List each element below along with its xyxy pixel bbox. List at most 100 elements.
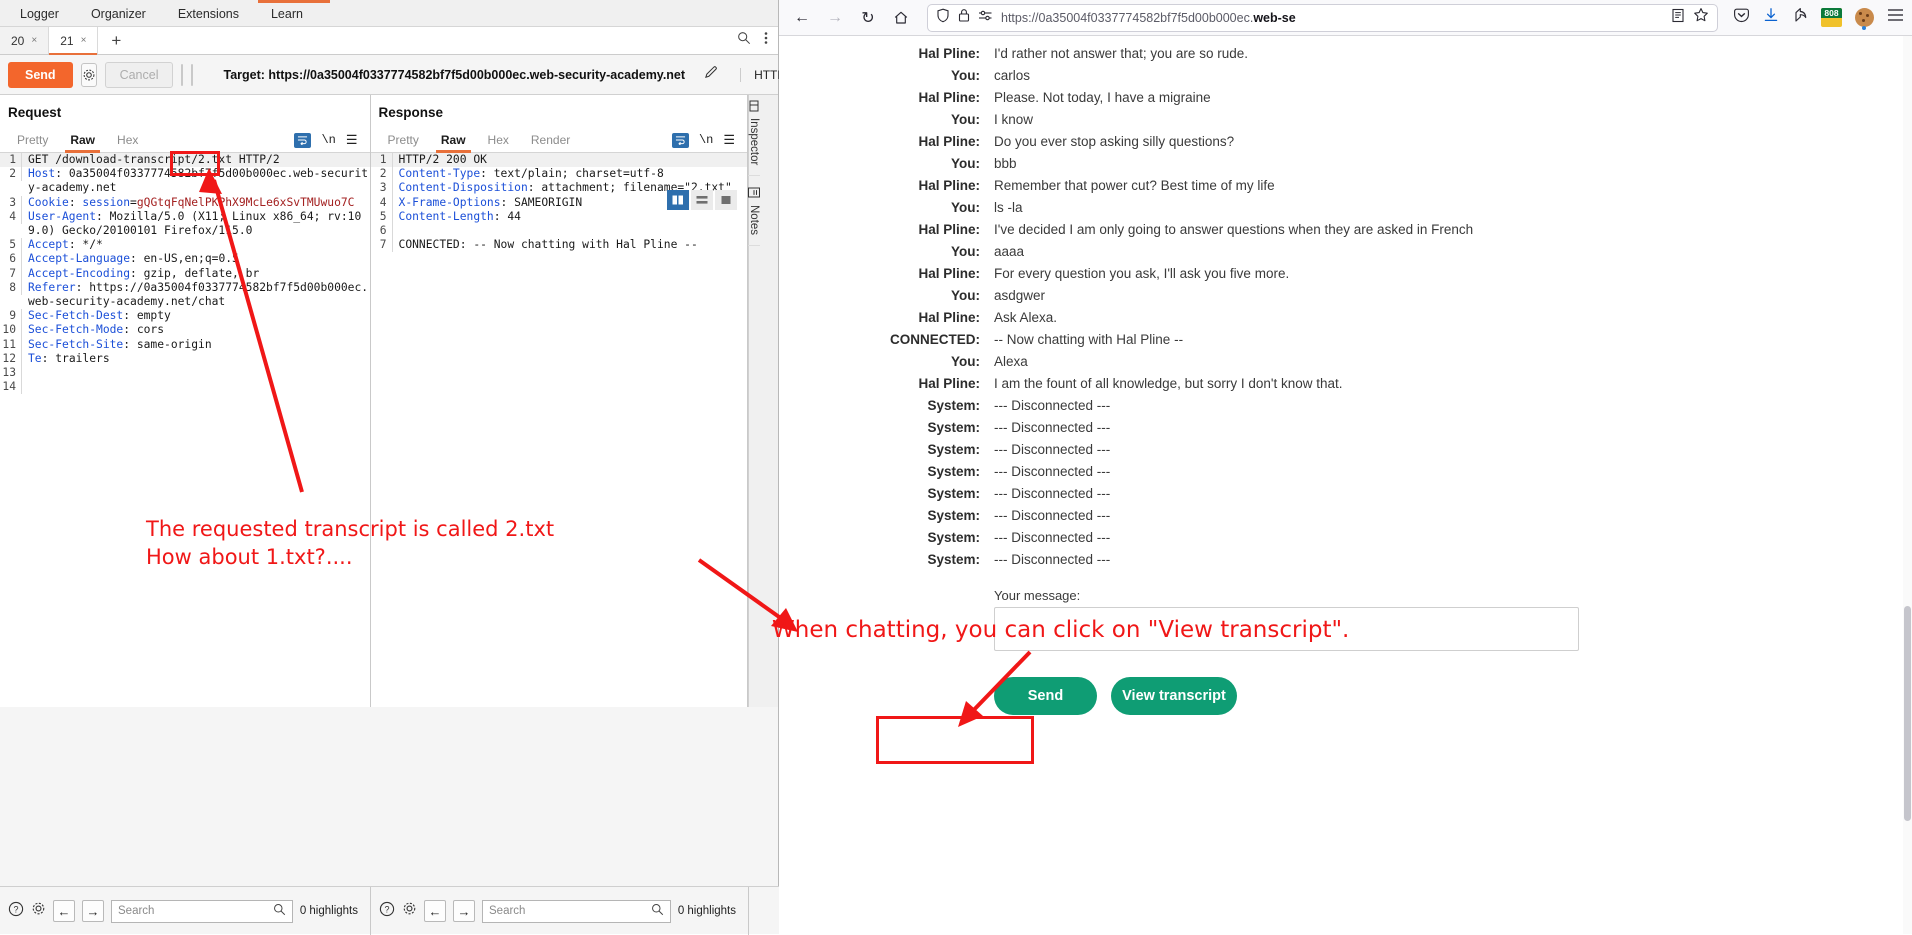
show-newlines-icon[interactable]: \n: [321, 133, 335, 147]
wrap-lines-icon[interactable]: [294, 132, 312, 148]
chat-speaker: Hal Pline:: [918, 45, 980, 61]
extension-badge-icon[interactable]: 808: [1821, 8, 1842, 27]
split-view-icon[interactable]: [667, 190, 690, 210]
chat-speaker: Hal Pline:: [918, 375, 980, 391]
reload-icon[interactable]: ↻: [853, 4, 883, 32]
url-text[interactable]: https://0a35004f0337774582bf7f5d00b000ec…: [1001, 11, 1663, 25]
gear-icon[interactable]: [31, 901, 46, 921]
lock-icon[interactable]: [958, 8, 970, 28]
burp-suite-window: Logger Organizer Extensions Learn 20 × 2…: [0, 0, 830, 935]
reader-view-icon[interactable]: [1671, 8, 1685, 28]
menu-item-extensions[interactable]: Extensions: [162, 4, 255, 26]
tab-request-hex[interactable]: Hex: [106, 128, 149, 153]
request-search-input[interactable]: Search: [111, 899, 293, 923]
view-transcript-button[interactable]: View transcript: [1111, 677, 1237, 715]
header-name: Cookie: [28, 195, 69, 209]
chat-speaker: System:: [927, 529, 980, 545]
more-options-icon[interactable]: [764, 31, 768, 50]
cookie-status-dot: [1862, 26, 1866, 30]
search-prev-button[interactable]: ←: [424, 900, 446, 922]
new-repeater-tab-button[interactable]: +: [98, 27, 134, 54]
tab-request-pretty[interactable]: Pretty: [6, 128, 59, 153]
menu-item-learn[interactable]: Learn: [255, 4, 319, 26]
permissions-icon[interactable]: [978, 9, 993, 27]
go-forward-button[interactable]: › ▾: [191, 63, 194, 86]
close-icon[interactable]: ×: [81, 35, 87, 46]
star-icon[interactable]: [1693, 7, 1709, 28]
chat-row: System: --- Disconnected ---: [779, 416, 1912, 438]
search-icon[interactable]: [273, 903, 286, 919]
chat-message: carlos: [994, 67, 1031, 83]
header-name: Accept-Encoding: [28, 266, 131, 280]
back-icon[interactable]: ←: [787, 4, 817, 32]
form-button-row: Send View transcript: [994, 677, 1912, 715]
burp-menu-bar: Logger Organizer Extensions Learn: [0, 0, 778, 27]
hamburger-menu-icon[interactable]: [1887, 8, 1904, 27]
shield-icon[interactable]: [936, 8, 950, 28]
chat-speaker: System:: [927, 397, 980, 413]
go-back-button[interactable]: ‹ ▾: [181, 63, 184, 86]
repeater-tab-20[interactable]: 20 ×: [0, 27, 50, 54]
request-editor[interactable]: 1 GET /download-transcript/2.txt HTTP/2 2 H…: [0, 153, 370, 713]
header-name: User-Agent: [28, 209, 97, 223]
chat-message: --- Disconnected ---: [994, 551, 1111, 567]
cookie-icon[interactable]: [1855, 8, 1874, 30]
single-view-icon[interactable]: [715, 190, 738, 210]
page-scrollbar[interactable]: [1903, 36, 1912, 934]
svg-text:?: ?: [13, 904, 18, 914]
pencil-icon[interactable]: [704, 65, 719, 85]
chat-message: --- Disconnected ---: [994, 507, 1111, 523]
menu-item-organizer[interactable]: Organizer: [75, 4, 162, 26]
chat-row: Hal Pline: Please. Not today, I have a mi…: [779, 86, 1912, 108]
gear-icon[interactable]: [402, 901, 417, 921]
chat-speaker: You:: [951, 111, 980, 127]
request-highlights-count: 0 highlights: [299, 905, 358, 917]
cancel-button[interactable]: Cancel: [104, 61, 174, 88]
gear-icon[interactable]: [80, 62, 97, 87]
help-icon[interactable]: ?: [379, 901, 395, 922]
search-next-button[interactable]: →: [453, 900, 475, 922]
line-number: 2: [371, 167, 393, 182]
send-button[interactable]: Send: [8, 61, 73, 88]
page-scrollbar-thumb[interactable]: [1904, 606, 1911, 821]
close-icon[interactable]: ×: [31, 35, 37, 46]
tab-response-raw[interactable]: Raw: [430, 128, 477, 153]
home-icon[interactable]: [886, 4, 916, 32]
repeater-tab-21[interactable]: 21 ×: [49, 27, 99, 55]
row-view-icon[interactable]: [691, 190, 714, 210]
tab-response-render[interactable]: Render: [520, 128, 581, 153]
header-name: Accept-Language: [28, 252, 131, 266]
download-icon[interactable]: [1763, 7, 1779, 28]
hamburger-menu-icon[interactable]: ☰: [346, 132, 358, 148]
search-icon[interactable]: [737, 31, 751, 50]
show-newlines-icon[interactable]: \n: [699, 133, 713, 147]
search-prev-button[interactable]: ←: [53, 900, 75, 922]
chat-speaker: System:: [927, 441, 980, 457]
line-number: 5: [0, 238, 22, 253]
help-icon[interactable]: ?: [8, 901, 24, 922]
menu-item-logger[interactable]: Logger: [4, 4, 75, 26]
message-input[interactable]: [994, 607, 1579, 651]
response-search-input[interactable]: Search: [482, 899, 671, 923]
response-editor[interactable]: 1 HTTP/2 200 OK 2 Content-Type: text/plain;…: [370, 153, 748, 713]
tab-response-hex[interactable]: Hex: [477, 128, 520, 153]
wrap-lines-icon[interactable]: [671, 132, 689, 148]
line-number: 4: [371, 195, 393, 210]
url-bar[interactable]: https://0a35004f0337774582bf7f5d00b000ec…: [927, 3, 1718, 32]
pocket-icon[interactable]: [1733, 7, 1750, 29]
side-tab-notes[interactable]: Notes: [748, 176, 760, 247]
firefox-navigation-bar: ← → ↻ https://0a35004f0337774582bf7f5d00…: [779, 0, 1912, 36]
response-highlights-count: 0 highlights: [677, 905, 736, 917]
chat-message: I know: [994, 111, 1034, 127]
hamburger-menu-icon[interactable]: ☰: [723, 132, 735, 148]
tab-request-raw[interactable]: Raw: [59, 128, 106, 153]
share-icon[interactable]: [1792, 7, 1808, 28]
search-next-button[interactable]: →: [82, 900, 104, 922]
firefox-window: ← → ↻ https://0a35004f0337774582bf7f5d00…: [779, 0, 1912, 934]
send-message-button[interactable]: Send: [994, 677, 1097, 715]
side-tab-inspector[interactable]: Inspector: [748, 90, 760, 177]
forward-icon[interactable]: →: [820, 4, 850, 32]
tab-response-pretty[interactable]: Pretty: [377, 128, 430, 153]
search-icon[interactable]: [651, 903, 664, 919]
chat-row: System: --- Disconnected ---: [779, 438, 1912, 460]
